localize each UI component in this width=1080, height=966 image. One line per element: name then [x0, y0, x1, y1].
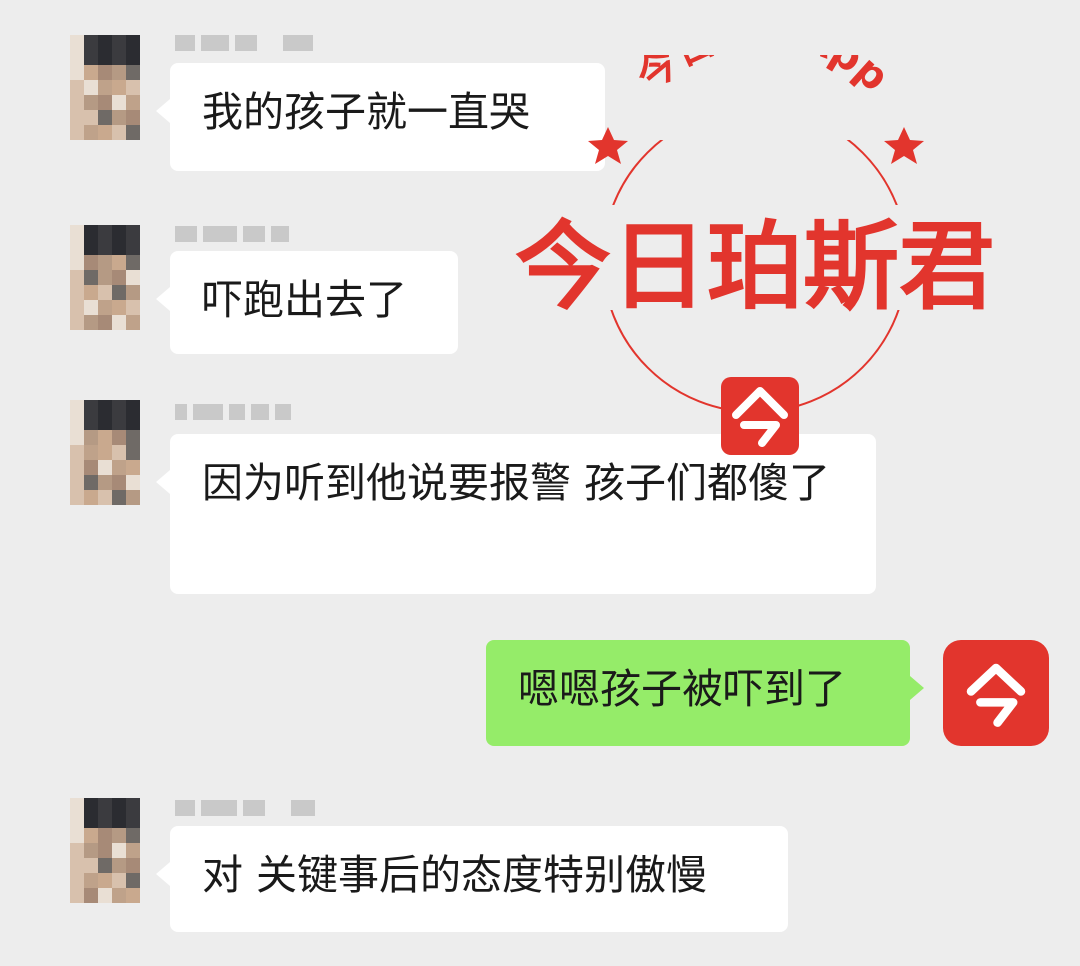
message-text: 吓跑出去了	[202, 276, 407, 324]
sender-name-blurred	[175, 35, 313, 51]
message-text: 嗯嗯孩子被吓到了	[518, 665, 846, 713]
message-text: 因为听到他说要报警 孩子们都傻了	[202, 459, 831, 507]
sender-name-blurred	[175, 404, 291, 420]
sender-name-blurred	[175, 226, 289, 242]
message-bubble[interactable]: 对 关键事后的态度特别傲慢	[156, 826, 788, 932]
message-bubble[interactable]: 因为听到他说要报警 孩子们都傻了	[156, 434, 876, 594]
watermark-stamp: 今日澳洲App 今日珀斯君	[500, 8, 1020, 455]
avatar[interactable]	[70, 225, 140, 331]
star-right-icon	[884, 127, 924, 164]
avatar[interactable]	[70, 798, 140, 904]
avatar[interactable]	[70, 400, 140, 506]
message-bubble-mine[interactable]: 嗯嗯孩子被吓到了	[486, 640, 924, 746]
star-left-icon	[588, 127, 628, 164]
avatar[interactable]	[70, 35, 140, 141]
message-bubble[interactable]: 吓跑出去了	[156, 251, 458, 354]
message-text: 对 关键事后的态度特别傲慢	[202, 851, 708, 899]
stamp-main-text: 今日珀斯君	[515, 211, 995, 323]
my-avatar-app-icon[interactable]	[943, 640, 1049, 746]
app-logo-icon	[966, 663, 1026, 727]
sender-name-blurred	[175, 800, 315, 816]
message-text: 我的孩子就一直哭	[202, 88, 530, 136]
